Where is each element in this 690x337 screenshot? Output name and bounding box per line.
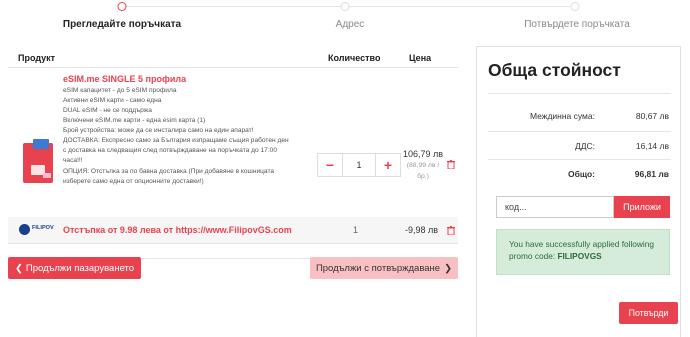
chevron-left-icon: ❮ [14,262,23,274]
product-details: eSIM.me SINGLE 5 профила eSIM капацитет … [63,74,318,187]
header-price: Цена [409,53,432,63]
quantity-input[interactable]: 1 [342,154,376,176]
product-line: часа!!! [63,157,83,164]
proceed-checkout-label: Продължи с потвърждаване [315,262,441,274]
trash-icon[interactable] [447,160,455,171]
summary-divider [488,159,671,160]
step-review[interactable]: Прегледайте поръчката [63,19,181,30]
unit-price: (88,99 лв / [406,162,440,169]
summary-divider [488,93,671,94]
continue-shopping-label: Продължи пазаруването [25,262,135,274]
step-dot-3 [570,2,580,11]
item-price: 106,79 лв (88,99 лв / бр.) [396,149,450,181]
discount-title[interactable]: Отстъпка от 9.98 лева от https://www.Fil… [63,225,292,235]
discount-quantity: 1 [353,225,359,235]
unit-price-suffix: бр.) [417,173,429,180]
promo-code-input[interactable]: код... [496,196,614,218]
step-dot-1 [117,2,127,11]
promo-code: FILIPOVGS [557,251,602,261]
header-product: Продукт [18,53,56,63]
step-confirm[interactable]: Потвърдете поръчката [524,19,630,30]
product-line: ОПЦИЯ: Отстъпка за по бавна доставка (Пр… [63,168,275,175]
proceed-checkout-button[interactable]: Продължи с потвърждаване ❯ [310,257,458,279]
vat-label: ДДС: [574,141,595,151]
cart-header: Продукт Количество Цена [8,46,458,68]
item-total-price: 106,79 лв [402,149,444,159]
product-line: Включени eSIM.me карти - една esim карта… [63,117,206,124]
product-line: изберете само една от опционните доставк… [63,178,204,185]
step-dot-2 [340,2,350,11]
confirm-button[interactable]: Потвърди [619,302,678,324]
product-line: Брой устройства: може да се инсталира са… [63,127,254,134]
total-label: Общо: [568,169,595,179]
order-summary: Обща стойност Междинна сума: 80,67 лв ДД… [476,46,681,337]
summary-title: Обща стойност [488,60,621,80]
cart-row-discount: FILIPOV Отстъпка от 9.98 лева от https:/… [8,217,458,244]
step-address[interactable]: Адрес [336,19,365,30]
cart-table: Продукт Количество Цена eSIM.me SINGLE 5… [8,46,458,279]
product-line: eSIM капацитет - до 5 eSIM профила [63,87,177,94]
filipov-logo: FILIPOV [19,224,54,236]
subtotal-value: 80,67 лв [635,111,669,121]
trash-icon[interactable] [447,226,455,237]
checkout-steps: Прегледайте поръчката Адрес Потвърдете п… [0,0,690,36]
header-quantity: Количество [328,53,381,63]
product-image[interactable] [23,139,53,183]
product-title[interactable]: eSIM.me SINGLE 5 профила [63,74,318,84]
product-line: с доставка на следващия след потвърждава… [63,147,277,154]
promo-success-alert: You have successfully applied following … [496,229,670,275]
apply-promo-button[interactable]: Приложи [614,196,670,218]
product-line: ДОСТАВКА: Експресно само за България изп… [63,137,289,144]
total-value: 96,81 лв [634,169,669,179]
quantity-stepper: − 1 + [317,153,401,177]
decrease-button[interactable]: − [318,154,342,176]
product-line: DUAL eSIM - не се поддържа [63,107,152,114]
vat-value: 16,14 лв [635,141,669,151]
continue-shopping-button[interactable]: ❮ Продължи пазаруването [8,257,141,279]
discount-price: -9,98 лв [405,225,439,235]
chevron-right-icon: ❯ [444,262,453,274]
product-line: Активни eSIM карти - само една [63,97,162,104]
summary-divider [488,131,671,132]
subtotal-label: Междинна сума: [529,111,595,121]
